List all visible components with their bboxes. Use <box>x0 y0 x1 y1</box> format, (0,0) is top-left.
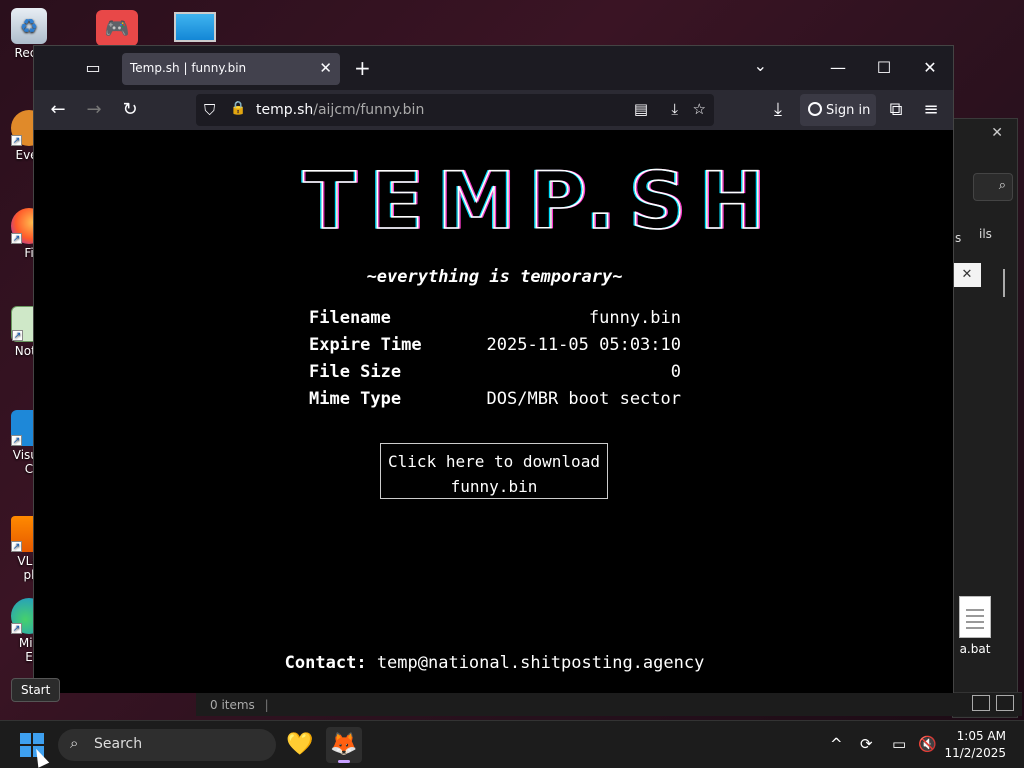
clock[interactable]: 1:05 AM 11/2/2025 <box>944 728 1006 762</box>
tiles-view-icon[interactable] <box>996 695 1014 711</box>
search-icon: ⌕ <box>70 734 79 752</box>
item-count: 0 items <box>210 698 255 712</box>
contact-label: Contact: <box>284 653 367 673</box>
taskbar-firefox-icon[interactable]: 🦊 <box>326 727 362 763</box>
extensions-icon[interactable]: ⧉ <box>884 98 908 122</box>
downloads-icon[interactable]: ⤓ <box>766 98 790 122</box>
menu-icon[interactable]: ≡ <box>919 98 943 122</box>
download-label-line2: funny.bin <box>450 477 538 496</box>
text-fragment: s <box>955 231 962 245</box>
file-info-table: Filename funny.bin Expire Time 2025-11-0… <box>309 308 681 416</box>
close-window-icon[interactable]: ✕ <box>907 46 953 90</box>
navigation-toolbar: ← → ↻ ⛉ 🔒 temp.sh/aijcm/funny.bin ▤ ⤓ ☆ … <box>34 90 953 130</box>
details-view-icon[interactable] <box>972 695 990 711</box>
url-bar[interactable]: ⛉ 🔒 temp.sh/aijcm/funny.bin ▤ ⤓ ☆ <box>196 94 714 126</box>
network-icon[interactable]: ▭ <box>892 735 906 753</box>
download-button[interactable]: Click here to download funny.bin <box>380 443 608 499</box>
explorer-status-bar: 0 items | <box>196 692 1022 716</box>
details-fragment: ils <box>979 227 992 241</box>
url-path: /aijcm/funny.bin <box>313 102 425 118</box>
scrollbar[interactable] <box>1003 269 1005 297</box>
clock-date: 11/2/2025 <box>944 746 1006 760</box>
info-label: Mime Type <box>309 389 402 409</box>
tab-bar: ▭ Temp.sh | funny.bin ✕ + ⌄ — ☐ ✕ <box>34 46 953 90</box>
tab-temp-sh[interactable]: Temp.sh | funny.bin ✕ <box>122 53 340 85</box>
save-to-pocket-icon[interactable]: ⤓ <box>671 100 678 118</box>
temp-sh-logo: TEMP.SH TEMP.SH TEMP.SH <box>301 166 779 236</box>
tab-title: Temp.sh | funny.bin <box>130 61 247 75</box>
show-hidden-icons-chevron-icon[interactable]: ^ <box>830 735 843 753</box>
reader-view-icon[interactable]: ▤ <box>634 100 648 118</box>
info-value: funny.bin <box>588 308 681 328</box>
file-label: a.bat <box>959 642 991 656</box>
info-row-expire-time: Expire Time 2025-11-05 05:03:10 <box>309 335 681 362</box>
taskbar-search[interactable]: ⌕ Search <box>58 729 276 761</box>
firefox-window: ▭ Temp.sh | funny.bin ✕ + ⌄ — ☐ ✕ ← → ↻ … <box>33 45 954 693</box>
firefox-view-icon[interactable]: ▭ <box>82 58 104 78</box>
sync-icon[interactable]: ⟳ <box>860 735 873 753</box>
volume-muted-icon[interactable]: 🔇 <box>918 735 937 753</box>
info-row-filename: Filename funny.bin <box>309 308 681 335</box>
clock-time: 1:05 AM <box>956 729 1006 743</box>
back-icon[interactable]: ← <box>46 98 70 122</box>
windows-logo-icon <box>20 733 31 744</box>
file-item-a-bat[interactable]: a.bat <box>952 596 998 656</box>
list-all-tabs-icon[interactable]: ⌄ <box>754 56 767 75</box>
search-placeholder: Search <box>94 736 143 752</box>
recycle-bin-icon: ♻ <box>11 8 47 44</box>
taskbar: ⌕ Search 💛 🦊 ^ ⟳ ▭ 🔇 1:05 AM 11/2/2025 <box>0 720 1024 768</box>
taskbar-heart-app-icon[interactable]: 💛 <box>282 727 318 763</box>
forward-icon[interactable]: → <box>82 98 106 122</box>
info-label: File Size <box>309 362 402 382</box>
monitor-icon[interactable] <box>174 12 216 42</box>
minimize-icon[interactable]: — <box>815 46 861 90</box>
svg-text:TEMP.SH: TEMP.SH <box>303 166 779 236</box>
contact-email-link[interactable]: temp@national.shitposting.agency <box>377 653 705 673</box>
bookmark-star-icon[interactable]: ☆ <box>693 100 706 118</box>
close-icon[interactable]: ✕ <box>991 125 1003 141</box>
info-value: 0 <box>670 362 681 382</box>
maximize-icon[interactable]: ☐ <box>861 46 907 90</box>
account-icon <box>808 102 822 116</box>
info-row-mime-type: Mime Type DOS/MBR boot sector <box>309 389 681 416</box>
info-value: DOS/MBR boot sector <box>486 389 681 409</box>
close-tab-icon[interactable]: ✕ <box>319 59 332 77</box>
sign-in-label: Sign in <box>826 103 871 118</box>
info-row-file-size: File Size 0 <box>309 362 681 389</box>
info-label: Filename <box>309 308 391 328</box>
download-label-line1: Click here to download <box>388 452 600 471</box>
url-host: temp.sh <box>256 102 314 118</box>
start-tooltip: Start <box>11 678 61 702</box>
reload-icon[interactable]: ↻ <box>118 98 142 122</box>
contact-line: Contact: temp@national.shitposting.agenc… <box>34 653 955 673</box>
game-app-icon[interactable]: 🎮 <box>96 10 138 46</box>
page-content: TEMP.SH TEMP.SH TEMP.SH ~everything is t… <box>34 130 953 693</box>
close-icon[interactable]: ✕ <box>953 263 981 287</box>
sign-in-button[interactable]: Sign in <box>800 94 876 126</box>
new-tab-icon[interactable]: + <box>354 56 371 80</box>
lock-icon[interactable]: 🔒 <box>230 101 246 116</box>
info-label: Expire Time <box>309 335 422 355</box>
file-icon <box>959 596 991 638</box>
search-icon[interactable]: ⌕ <box>973 173 1013 201</box>
tagline: ~everything is temporary~ <box>366 267 623 287</box>
info-value: 2025-11-05 05:03:10 <box>486 335 681 355</box>
tracking-protection-icon[interactable]: ⛉ <box>204 101 215 119</box>
